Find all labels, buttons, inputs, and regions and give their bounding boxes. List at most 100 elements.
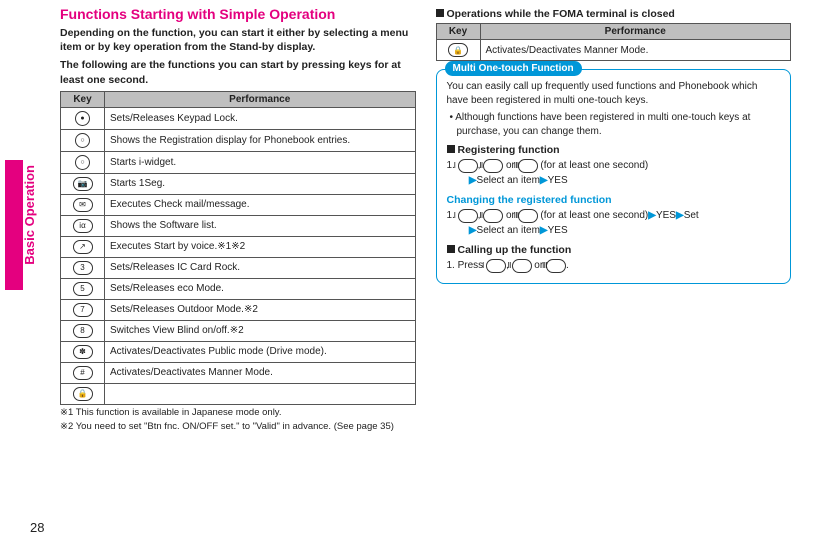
table-row: ○ Starts i-widget. [61, 151, 416, 173]
th-key: Key [436, 24, 480, 40]
lock-key-icon: 🔒 [73, 387, 93, 401]
call-key-icon: ↗ [73, 240, 93, 254]
ialpha-key-icon: iα [73, 219, 93, 233]
set-label: Set [684, 210, 699, 221]
num8-key-icon: 8 [73, 324, 93, 338]
changing-function-head: Changing the registered function [447, 194, 781, 206]
key-I-icon: Ⅰ [458, 209, 478, 223]
perf-cell: Sets/Releases IC Card Rock. [105, 257, 416, 278]
perf-cell: Sets/Releases eco Mode. [105, 278, 416, 299]
table-row: ✽ Activates/Deactivates Public mode (Driv… [61, 341, 416, 362]
table-row: #Activates/Deactivates Manner Mode. [61, 362, 416, 383]
key-icon: ○ [75, 155, 90, 170]
right-column: Operations while the FOMA terminal is cl… [426, 0, 802, 543]
yes-label: YES [656, 210, 676, 221]
box-bullet-text: Although functions have been registered … [455, 112, 750, 137]
lock-key-icon: 🔒 [448, 43, 468, 57]
reg-step-1: 1. Ⅰ, Ⅱ or Ⅲ (for at least one second) ▶… [447, 158, 781, 188]
perf-cell: Sets/Releases Keypad Lock. [105, 107, 416, 129]
perf-cell: Starts i-widget. [105, 151, 416, 173]
registering-function-text: Registering function [458, 144, 560, 156]
closed-terminal-head: Operations while the FOMA terminal is cl… [436, 8, 792, 20]
table-row: 5 Sets/Releases eco Mode. [61, 278, 416, 299]
arrow-icon: ▶ [676, 210, 684, 221]
footnote-1: ※1 This function is available in Japanes… [60, 407, 416, 419]
perf-cell: Starts 1Seg. [105, 173, 416, 194]
side-tab: Basic Operation [0, 0, 40, 543]
th-key: Key [61, 91, 105, 107]
period: . [566, 260, 569, 271]
key-performance-table: Key Performance ● Sets/Releases Keypad Lo… [60, 91, 416, 405]
perf-cell: Activates/Deactivates Public mode (Drive… [105, 341, 416, 362]
box-bullet: • Although functions have been registere… [447, 111, 781, 138]
arrow-icon: ▶ [540, 175, 548, 186]
num7-key-icon: 7 [73, 303, 93, 317]
square-bullet-icon [447, 145, 455, 153]
calling-function-head: Calling up the function [447, 244, 781, 256]
intro-para-2: The following are the functions you can … [60, 58, 416, 86]
th-performance: Performance [105, 91, 416, 107]
table-row: 3 Sets/Releases IC Card Rock. [61, 257, 416, 278]
footnote-2: ※2 You need to set "Btn fnc. ON/OFF set.… [60, 421, 416, 433]
arrow-icon: ▶ [540, 225, 548, 236]
page-number: 28 [30, 520, 44, 535]
table-row: 📷 Starts 1Seg. [61, 173, 416, 194]
key-icon: ● [75, 111, 90, 126]
step-tail: (for at least one second) [538, 160, 649, 171]
box-intro: You can easily call up frequently used f… [447, 80, 781, 107]
hash-key-icon: # [73, 366, 93, 380]
perf-cell: Executes Check mail/message. [105, 194, 416, 215]
key-III-icon: Ⅲ [546, 259, 566, 273]
calling-function-text: Calling up the function [458, 244, 572, 256]
select-item: Select an item [477, 225, 540, 236]
perf-cell: Shows the Software list. [105, 215, 416, 236]
arrow-icon: ▶ [469, 175, 477, 186]
key-III-icon: Ⅲ [518, 209, 538, 223]
mail-key-icon: ✉ [73, 198, 93, 212]
key-II-icon: Ⅱ [512, 259, 532, 273]
table-row: 🔒 Activates/Deactivates Manner Mode. [436, 40, 791, 61]
key-I-icon: Ⅰ [458, 159, 478, 173]
table-row: iα Shows the Software list. [61, 215, 416, 236]
yes-label: YES [548, 175, 568, 186]
table-row: ✉ Executes Check mail/message. [61, 194, 416, 215]
arrow-icon: ▶ [648, 210, 656, 221]
num3-key-icon: 3 [73, 261, 93, 275]
box-title: Multi One-touch Function [445, 61, 582, 76]
table-row: 8 Switches View Blind on/off.※2 [61, 320, 416, 341]
square-bullet-icon [447, 245, 455, 253]
perf-cell: Switches View Blind on/off.※2 [105, 320, 416, 341]
registering-function-head: Registering function [447, 144, 781, 156]
tab-color-block [5, 160, 23, 290]
tab-label: Basic Operation [22, 165, 37, 265]
press-label: 1. Press [447, 260, 486, 271]
key-I-icon: Ⅰ [486, 259, 506, 273]
perf-cell: Executes Start by voice.※1※2 [105, 236, 416, 257]
camera-key-icon: 📷 [73, 177, 93, 191]
th-performance: Performance [480, 24, 791, 40]
table-row: ↗ Executes Start by voice.※1※2 [61, 236, 416, 257]
perf-cell [105, 383, 416, 404]
table-row: ○ Shows the Registration display for Phon… [61, 129, 416, 151]
section-title: Functions Starting with Simple Operation [60, 6, 416, 22]
closed-terminal-head-text: Operations while the FOMA terminal is cl… [447, 8, 675, 20]
yes-label: YES [548, 225, 568, 236]
step-tail: (for at least one second) [538, 210, 649, 221]
table-row: ● Sets/Releases Keypad Lock. [61, 107, 416, 129]
table-row: 🔒 [61, 383, 416, 404]
closed-key-table: Key Performance 🔒 Activates/Deactivates … [436, 23, 792, 61]
chg-step-1: 1. Ⅰ, Ⅱ or Ⅲ (for at least one second)▶Y… [447, 208, 781, 238]
perf-cell: Activates/Deactivates Manner Mode. [480, 40, 791, 61]
perf-cell: Shows the Registration display for Phone… [105, 129, 416, 151]
key-II-icon: Ⅱ [483, 159, 503, 173]
intro-para-1: Depending on the function, you can start… [60, 26, 416, 54]
key-icon: ○ [75, 133, 90, 148]
select-item: Select an item [477, 175, 540, 186]
star-key-icon: ✽ [73, 345, 93, 359]
arrow-icon: ▶ [469, 225, 477, 236]
key-II-icon: Ⅱ [483, 209, 503, 223]
call-step-1: 1. Press Ⅰ, Ⅱ or Ⅲ. [447, 258, 781, 273]
square-bullet-icon [436, 9, 444, 17]
table-row: 7Sets/Releases Outdoor Mode.※2 [61, 299, 416, 320]
num5-key-icon: 5 [73, 282, 93, 296]
